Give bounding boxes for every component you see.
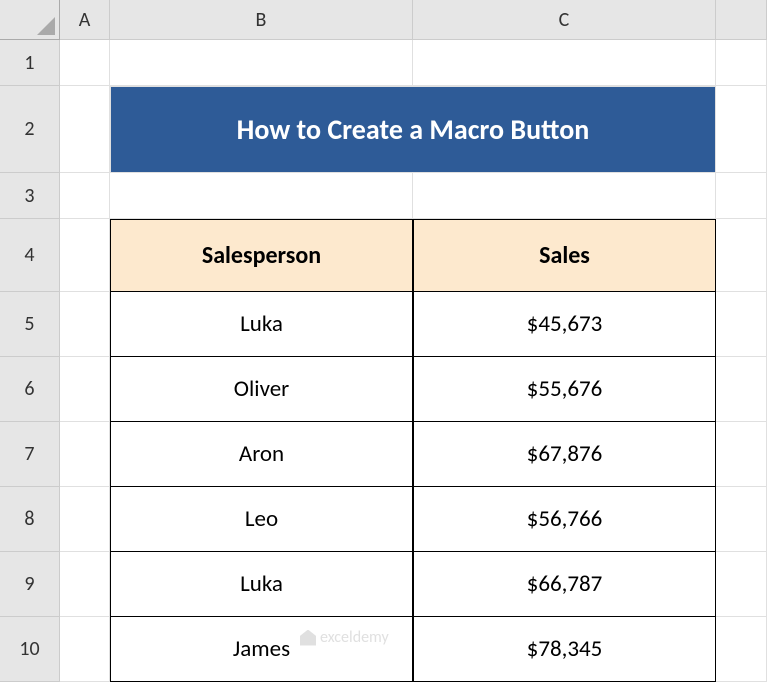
column-header-B[interactable]: B — [110, 0, 413, 40]
column-header-empty[interactable] — [716, 0, 767, 40]
cell-D2[interactable] — [716, 86, 767, 173]
table-row[interactable]: $56,766 — [413, 487, 716, 552]
cell-A8[interactable] — [60, 487, 110, 552]
row-header-10[interactable]: 10 — [0, 617, 60, 682]
column-header-C[interactable]: C — [413, 0, 716, 40]
row-header-9[interactable]: 9 — [0, 552, 60, 617]
cell-D10[interactable] — [716, 617, 767, 682]
table-row[interactable]: $55,676 — [413, 357, 716, 422]
table-row[interactable]: Leo — [110, 487, 413, 552]
table-row[interactable]: $45,673 — [413, 292, 716, 357]
watermark: exceldemy — [300, 628, 389, 647]
table-row[interactable]: James — [110, 617, 413, 682]
row-header-4[interactable]: 4 — [0, 219, 60, 292]
cell-D1[interactable] — [716, 40, 767, 86]
table-row[interactable]: Luka — [110, 292, 413, 357]
cell-D9[interactable] — [716, 552, 767, 617]
row-header-7[interactable]: 7 — [0, 422, 60, 487]
table-row[interactable]: $78,345 — [413, 617, 716, 682]
table-row[interactable]: Aron — [110, 422, 413, 487]
row-header-8[interactable]: 8 — [0, 487, 60, 552]
cell-A6[interactable] — [60, 357, 110, 422]
select-all-corner[interactable] — [0, 0, 60, 40]
select-all-triangle-icon — [37, 17, 55, 35]
row-header-6[interactable]: 6 — [0, 357, 60, 422]
cell-B3[interactable] — [110, 173, 413, 219]
cell-A5[interactable] — [60, 292, 110, 357]
cell-D7[interactable] — [716, 422, 767, 487]
page-title[interactable]: How to Create a Macro Button — [110, 86, 716, 173]
table-row[interactable]: Luka — [110, 552, 413, 617]
cell-B1[interactable] — [110, 40, 413, 86]
cell-A1[interactable] — [60, 40, 110, 86]
spreadsheet-grid: A B C 1 2 How to Create a Macro Button 3… — [0, 0, 767, 682]
cell-D4[interactable] — [716, 219, 767, 292]
table-header-sales[interactable]: Sales — [413, 219, 716, 292]
row-header-1[interactable]: 1 — [0, 40, 60, 86]
cell-A3[interactable] — [60, 173, 110, 219]
cell-D3[interactable] — [716, 173, 767, 219]
cell-D8[interactable] — [716, 487, 767, 552]
table-row[interactable]: $67,876 — [413, 422, 716, 487]
table-row[interactable]: $66,787 — [413, 552, 716, 617]
row-header-5[interactable]: 5 — [0, 292, 60, 357]
cell-C3[interactable] — [413, 173, 716, 219]
cell-A9[interactable] — [60, 552, 110, 617]
table-header-salesperson[interactable]: Salesperson — [110, 219, 413, 292]
cell-A4[interactable] — [60, 219, 110, 292]
row-header-2[interactable]: 2 — [0, 86, 60, 173]
column-header-A[interactable]: A — [60, 0, 110, 40]
cell-A10[interactable] — [60, 617, 110, 682]
cell-A2[interactable] — [60, 86, 110, 173]
cell-D6[interactable] — [716, 357, 767, 422]
cell-C1[interactable] — [413, 40, 716, 86]
row-header-3[interactable]: 3 — [0, 173, 60, 219]
watermark-icon — [300, 630, 316, 646]
cell-A7[interactable] — [60, 422, 110, 487]
cell-D5[interactable] — [716, 292, 767, 357]
table-row[interactable]: Oliver — [110, 357, 413, 422]
watermark-text: exceldemy — [320, 628, 389, 647]
